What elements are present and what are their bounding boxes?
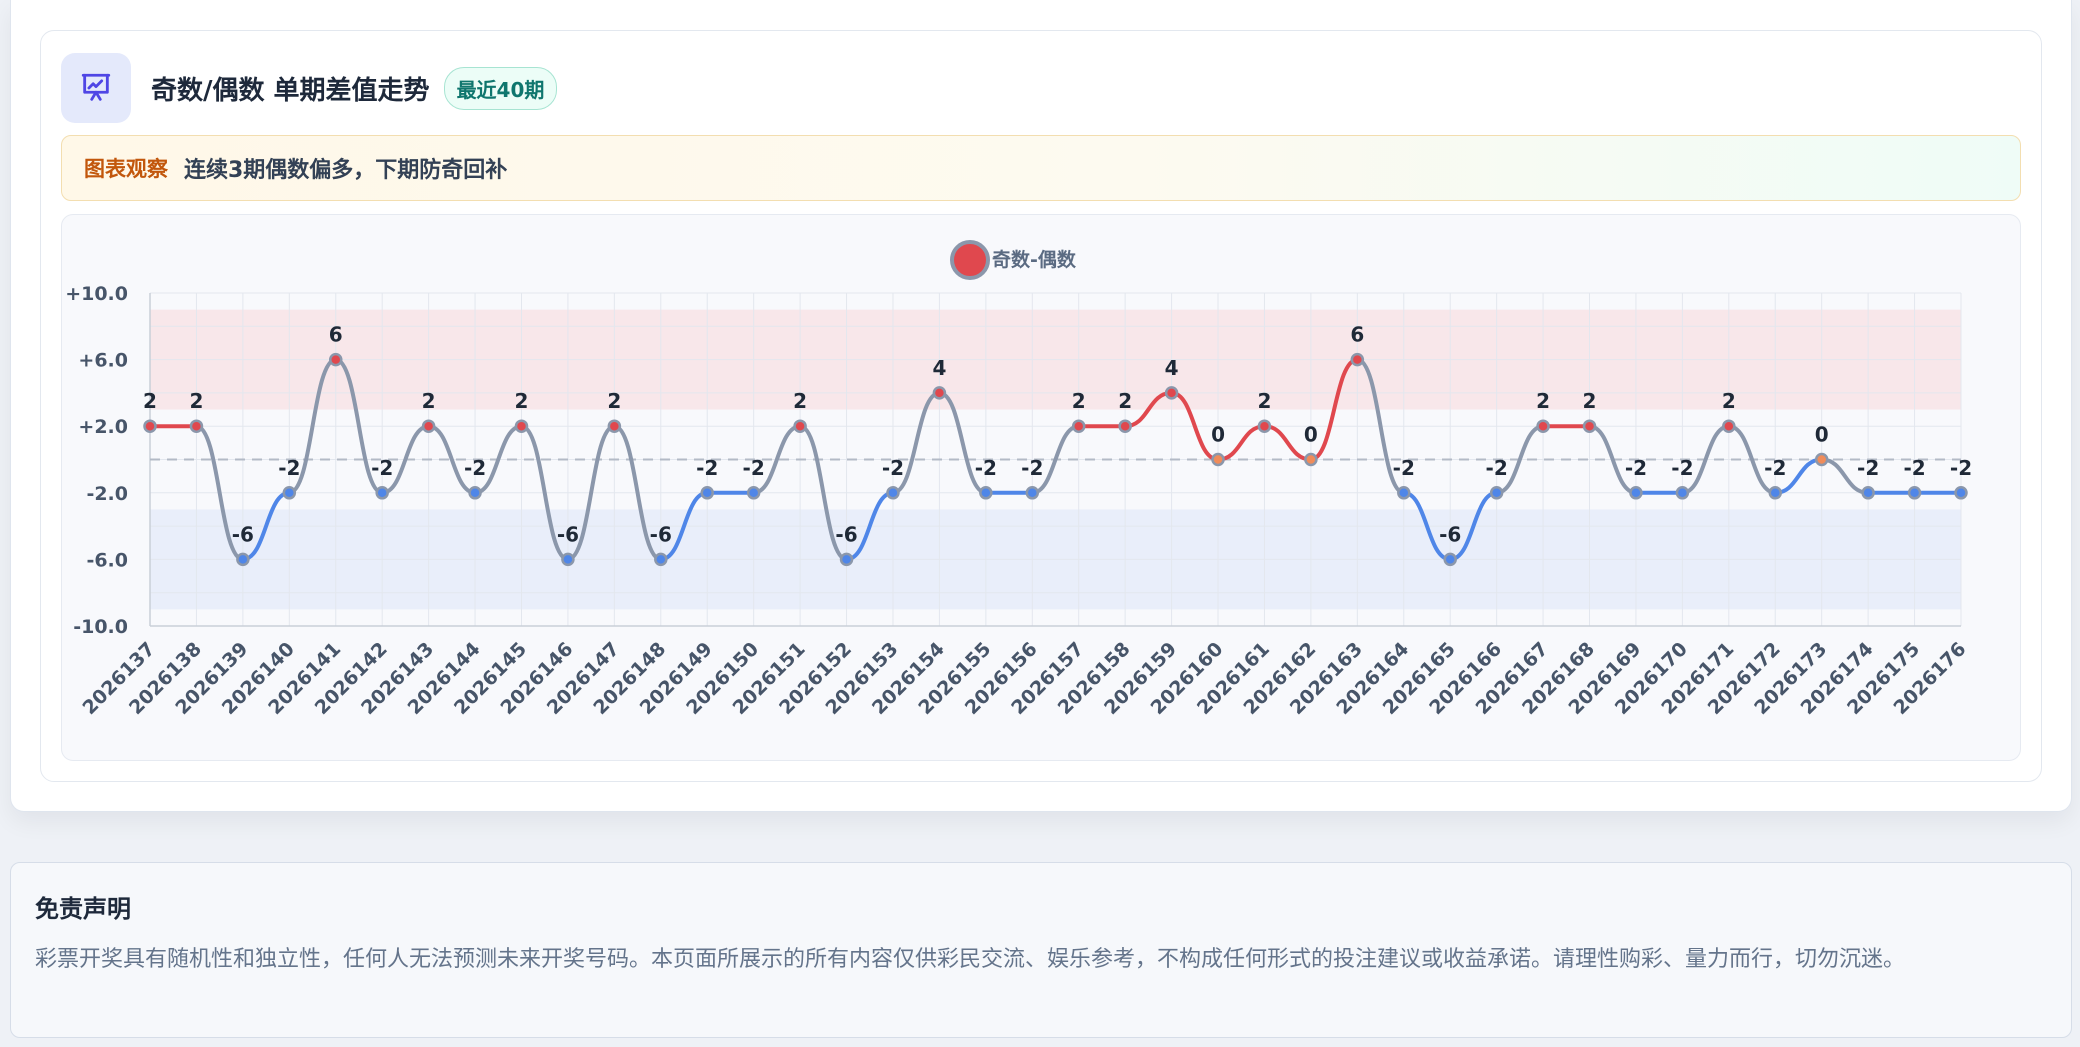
data-point xyxy=(468,486,482,500)
data-label: -2 xyxy=(1393,456,1415,480)
data-point xyxy=(1164,386,1179,400)
data-label: -2 xyxy=(371,456,393,480)
data-label: 2 xyxy=(1536,389,1550,413)
data-label: 2 xyxy=(143,389,157,413)
disclaimer-panel: 免责声明 彩票开奖具有随机性和独立性，任何人无法预测未来开奖号码。本页面所展示的… xyxy=(10,862,2072,1038)
data-label: -2 xyxy=(464,456,486,480)
data-point xyxy=(328,352,343,367)
data-label: -2 xyxy=(1671,456,1693,480)
data-label: -2 xyxy=(743,456,765,480)
data-label: -2 xyxy=(882,456,904,480)
data-point xyxy=(746,486,761,500)
data-label: 2 xyxy=(1583,389,1597,413)
data-point xyxy=(1071,419,1086,433)
data-label: -2 xyxy=(278,456,300,480)
data-point xyxy=(1443,552,1457,567)
data-point xyxy=(421,419,436,433)
data-point xyxy=(654,552,668,567)
data-label: -6 xyxy=(232,522,254,546)
data-label: 2 xyxy=(1258,389,1272,413)
data-label: -2 xyxy=(1950,456,1972,480)
data-label: -2 xyxy=(975,456,997,480)
data-point xyxy=(1954,486,1968,500)
y-tick-label: -10.0 xyxy=(73,616,128,638)
data-point xyxy=(1397,486,1411,500)
data-point xyxy=(1257,419,1272,433)
data-label: 2 xyxy=(607,389,621,413)
data-label: 2 xyxy=(1722,389,1736,413)
data-point xyxy=(979,486,993,500)
data-point xyxy=(236,552,250,567)
data-label: -6 xyxy=(835,522,857,546)
data-point xyxy=(839,552,854,567)
data-label: 6 xyxy=(1350,323,1364,347)
data-point xyxy=(932,386,947,400)
disclaimer-text: 彩票开奖具有随机性和独立性，任何人无法预测未来开奖号码。本页面所展示的所有内容仅… xyxy=(35,947,1906,972)
data-point xyxy=(700,486,714,500)
data-label: -2 xyxy=(1903,456,1925,480)
data-point xyxy=(886,486,900,500)
data-point xyxy=(1722,419,1736,433)
data-point xyxy=(375,486,389,500)
y-tick-label: -6.0 xyxy=(86,549,128,571)
data-point xyxy=(282,486,297,500)
data-point xyxy=(1814,452,1829,467)
legend-marker xyxy=(950,240,990,280)
legend-label: 奇数-偶数 xyxy=(992,248,1077,271)
data-point xyxy=(1768,486,1783,500)
data-label: 0 xyxy=(1211,423,1225,447)
data-point xyxy=(1536,419,1550,433)
data-label: 2 xyxy=(422,389,436,413)
data-point xyxy=(1675,486,1690,500)
data-label: -2 xyxy=(1764,456,1786,480)
data-label: 2 xyxy=(1118,389,1132,413)
data-label: 4 xyxy=(1165,356,1179,380)
data-label: 6 xyxy=(329,323,343,347)
data-label: 4 xyxy=(932,356,946,380)
data-point xyxy=(1489,486,1504,500)
data-point xyxy=(1350,352,1365,367)
chart-area: +10.0 +6.0 +2.0 -2.0 -6.0 -10.0 2026137 202613… xyxy=(61,214,2021,761)
y-tick-label: -2.0 xyxy=(86,483,128,505)
data-label: -2 xyxy=(1021,456,1043,480)
y-tick-label: +2.0 xyxy=(78,416,128,438)
data-point xyxy=(1304,452,1318,467)
data-point xyxy=(514,419,529,433)
data-point xyxy=(607,419,622,433)
data-point xyxy=(793,419,807,433)
data-label: -2 xyxy=(1857,456,1879,480)
trend-chart: +10.0+6.0+2.0-2.0-6.0-10.0 2026137202613… xyxy=(65,240,1972,719)
y-tick-label: +6.0 xyxy=(78,350,128,372)
data-point xyxy=(143,419,157,433)
data-label: 2 xyxy=(793,389,807,413)
trend-card: 奇数/偶数 单期差值走势 最近40期 图表观察 连续3期偶数偏多，下期防奇回补 … xyxy=(10,0,2072,812)
y-tick-label: +10.0 xyxy=(65,283,128,305)
data-label: -2 xyxy=(696,456,718,480)
data-label: -6 xyxy=(650,522,672,546)
chart-panel: 奇数/偶数 单期差值走势 最近40期 图表观察 连续3期偶数偏多，下期防奇回补 … xyxy=(40,30,2042,782)
data-label: -2 xyxy=(1486,456,1508,480)
data-point xyxy=(1211,452,1225,467)
data-point xyxy=(1629,486,1643,500)
data-label: 2 xyxy=(515,389,529,413)
data-point xyxy=(189,419,204,433)
data-point xyxy=(1861,486,1875,500)
data-label: 0 xyxy=(1304,423,1318,447)
data-point xyxy=(1118,419,1132,433)
data-label: -2 xyxy=(1625,456,1647,480)
data-label: 2 xyxy=(189,389,203,413)
data-label: -6 xyxy=(557,522,579,546)
data-label: 0 xyxy=(1815,423,1829,447)
data-point xyxy=(561,552,575,567)
data-point xyxy=(1582,419,1597,433)
data-point xyxy=(1025,486,1040,500)
data-point xyxy=(1907,486,1922,500)
disclaimer-title: 免责声明 xyxy=(35,895,131,923)
data-label: 2 xyxy=(1072,389,1086,413)
data-label: -6 xyxy=(1439,522,1461,546)
